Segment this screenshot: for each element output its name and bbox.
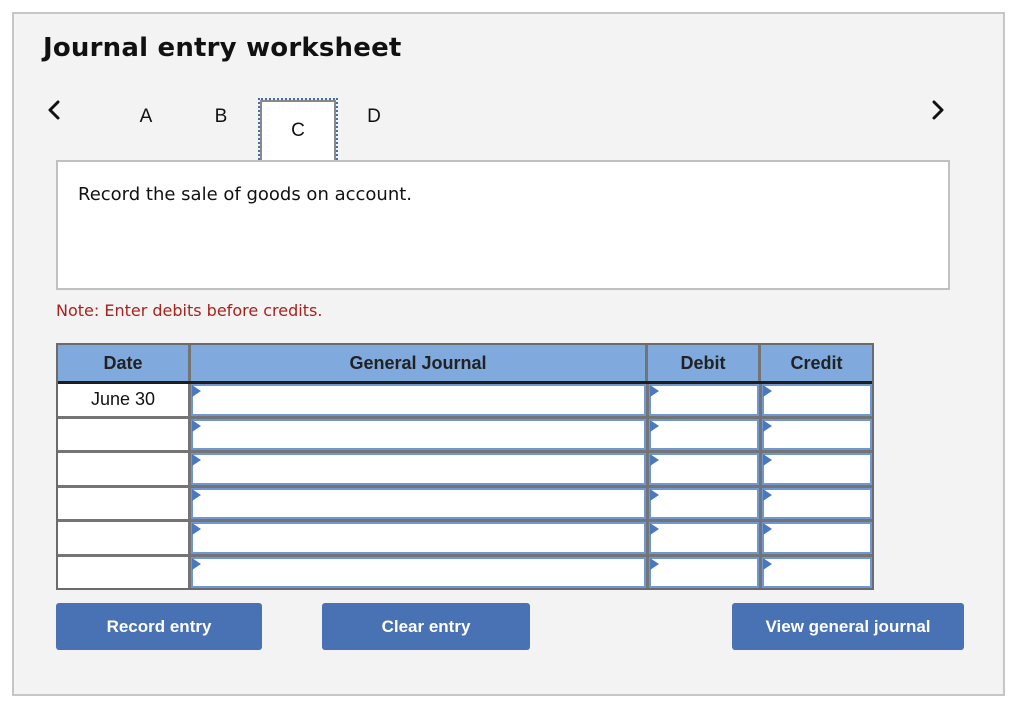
dropdown-indicator-icon (192, 385, 201, 397)
clear-entry-button[interactable]: Clear entry (322, 603, 530, 650)
credit-input[interactable] (762, 556, 872, 588)
tab-a[interactable]: A (108, 86, 184, 148)
general-journal-input[interactable] (191, 384, 646, 416)
column-header-debit: Debit (648, 345, 758, 381)
record-entry-button[interactable]: Record entry (56, 603, 262, 650)
prompt-text: Record the sale of goods on account. (78, 184, 413, 205)
dropdown-indicator-icon (192, 454, 201, 466)
tab-d[interactable]: D (336, 86, 412, 148)
chevron-right-icon (932, 100, 944, 120)
credit-input[interactable] (762, 522, 872, 554)
dropdown-indicator-icon (650, 557, 659, 570)
debit-input[interactable] (649, 487, 759, 519)
dropdown-indicator-icon (763, 385, 772, 397)
date-cell: June 30 (58, 384, 188, 416)
dropdown-indicator-icon (650, 488, 659, 501)
general-journal-input[interactable] (191, 487, 646, 519)
column-header-date: Date (58, 345, 188, 381)
credit-input[interactable] (762, 453, 872, 485)
general-journal-input[interactable] (191, 522, 646, 554)
dropdown-indicator-icon (192, 557, 201, 570)
general-journal-input[interactable] (191, 453, 646, 485)
dropdown-indicator-icon (763, 419, 772, 432)
view-general-journal-button[interactable]: View general journal (732, 603, 964, 650)
journal-table: Date General Journal Debit Credit June 3… (56, 343, 874, 590)
dropdown-indicator-icon (650, 385, 659, 397)
prev-tab-button[interactable] (42, 96, 66, 124)
debit-input[interactable] (649, 522, 759, 554)
tab-c[interactable]: C (258, 98, 338, 164)
dropdown-indicator-icon (192, 523, 201, 535)
column-header-general-journal: General Journal (191, 345, 645, 381)
date-cell (58, 522, 188, 554)
page-title: Journal entry worksheet (43, 33, 402, 63)
general-journal-input[interactable] (191, 556, 646, 588)
dropdown-indicator-icon (763, 523, 772, 535)
date-cell (58, 418, 188, 450)
note-text: Note: Enter debits before credits. (56, 301, 323, 320)
dropdown-indicator-icon (763, 454, 772, 466)
date-cell (58, 487, 188, 519)
general-journal-input[interactable] (191, 418, 646, 450)
next-tab-button[interactable] (926, 96, 950, 124)
debit-input[interactable] (649, 384, 759, 416)
credit-input[interactable] (762, 487, 872, 519)
dropdown-indicator-icon (650, 419, 659, 432)
debit-input[interactable] (649, 453, 759, 485)
debit-input[interactable] (649, 418, 759, 450)
prompt-box: Record the sale of goods on account. (56, 160, 950, 290)
dropdown-indicator-icon (763, 557, 772, 570)
dropdown-indicator-icon (650, 523, 659, 535)
dropdown-indicator-icon (650, 454, 659, 466)
credit-input[interactable] (762, 418, 872, 450)
dropdown-indicator-icon (763, 488, 772, 501)
dropdown-indicator-icon (192, 488, 201, 501)
dropdown-indicator-icon (192, 419, 201, 432)
date-cell (58, 556, 188, 588)
column-header-credit: Credit (761, 345, 872, 381)
chevron-left-icon (48, 100, 60, 120)
date-cell (58, 453, 188, 485)
credit-input[interactable] (762, 384, 872, 416)
debit-input[interactable] (649, 556, 759, 588)
tab-b[interactable]: B (183, 86, 259, 148)
